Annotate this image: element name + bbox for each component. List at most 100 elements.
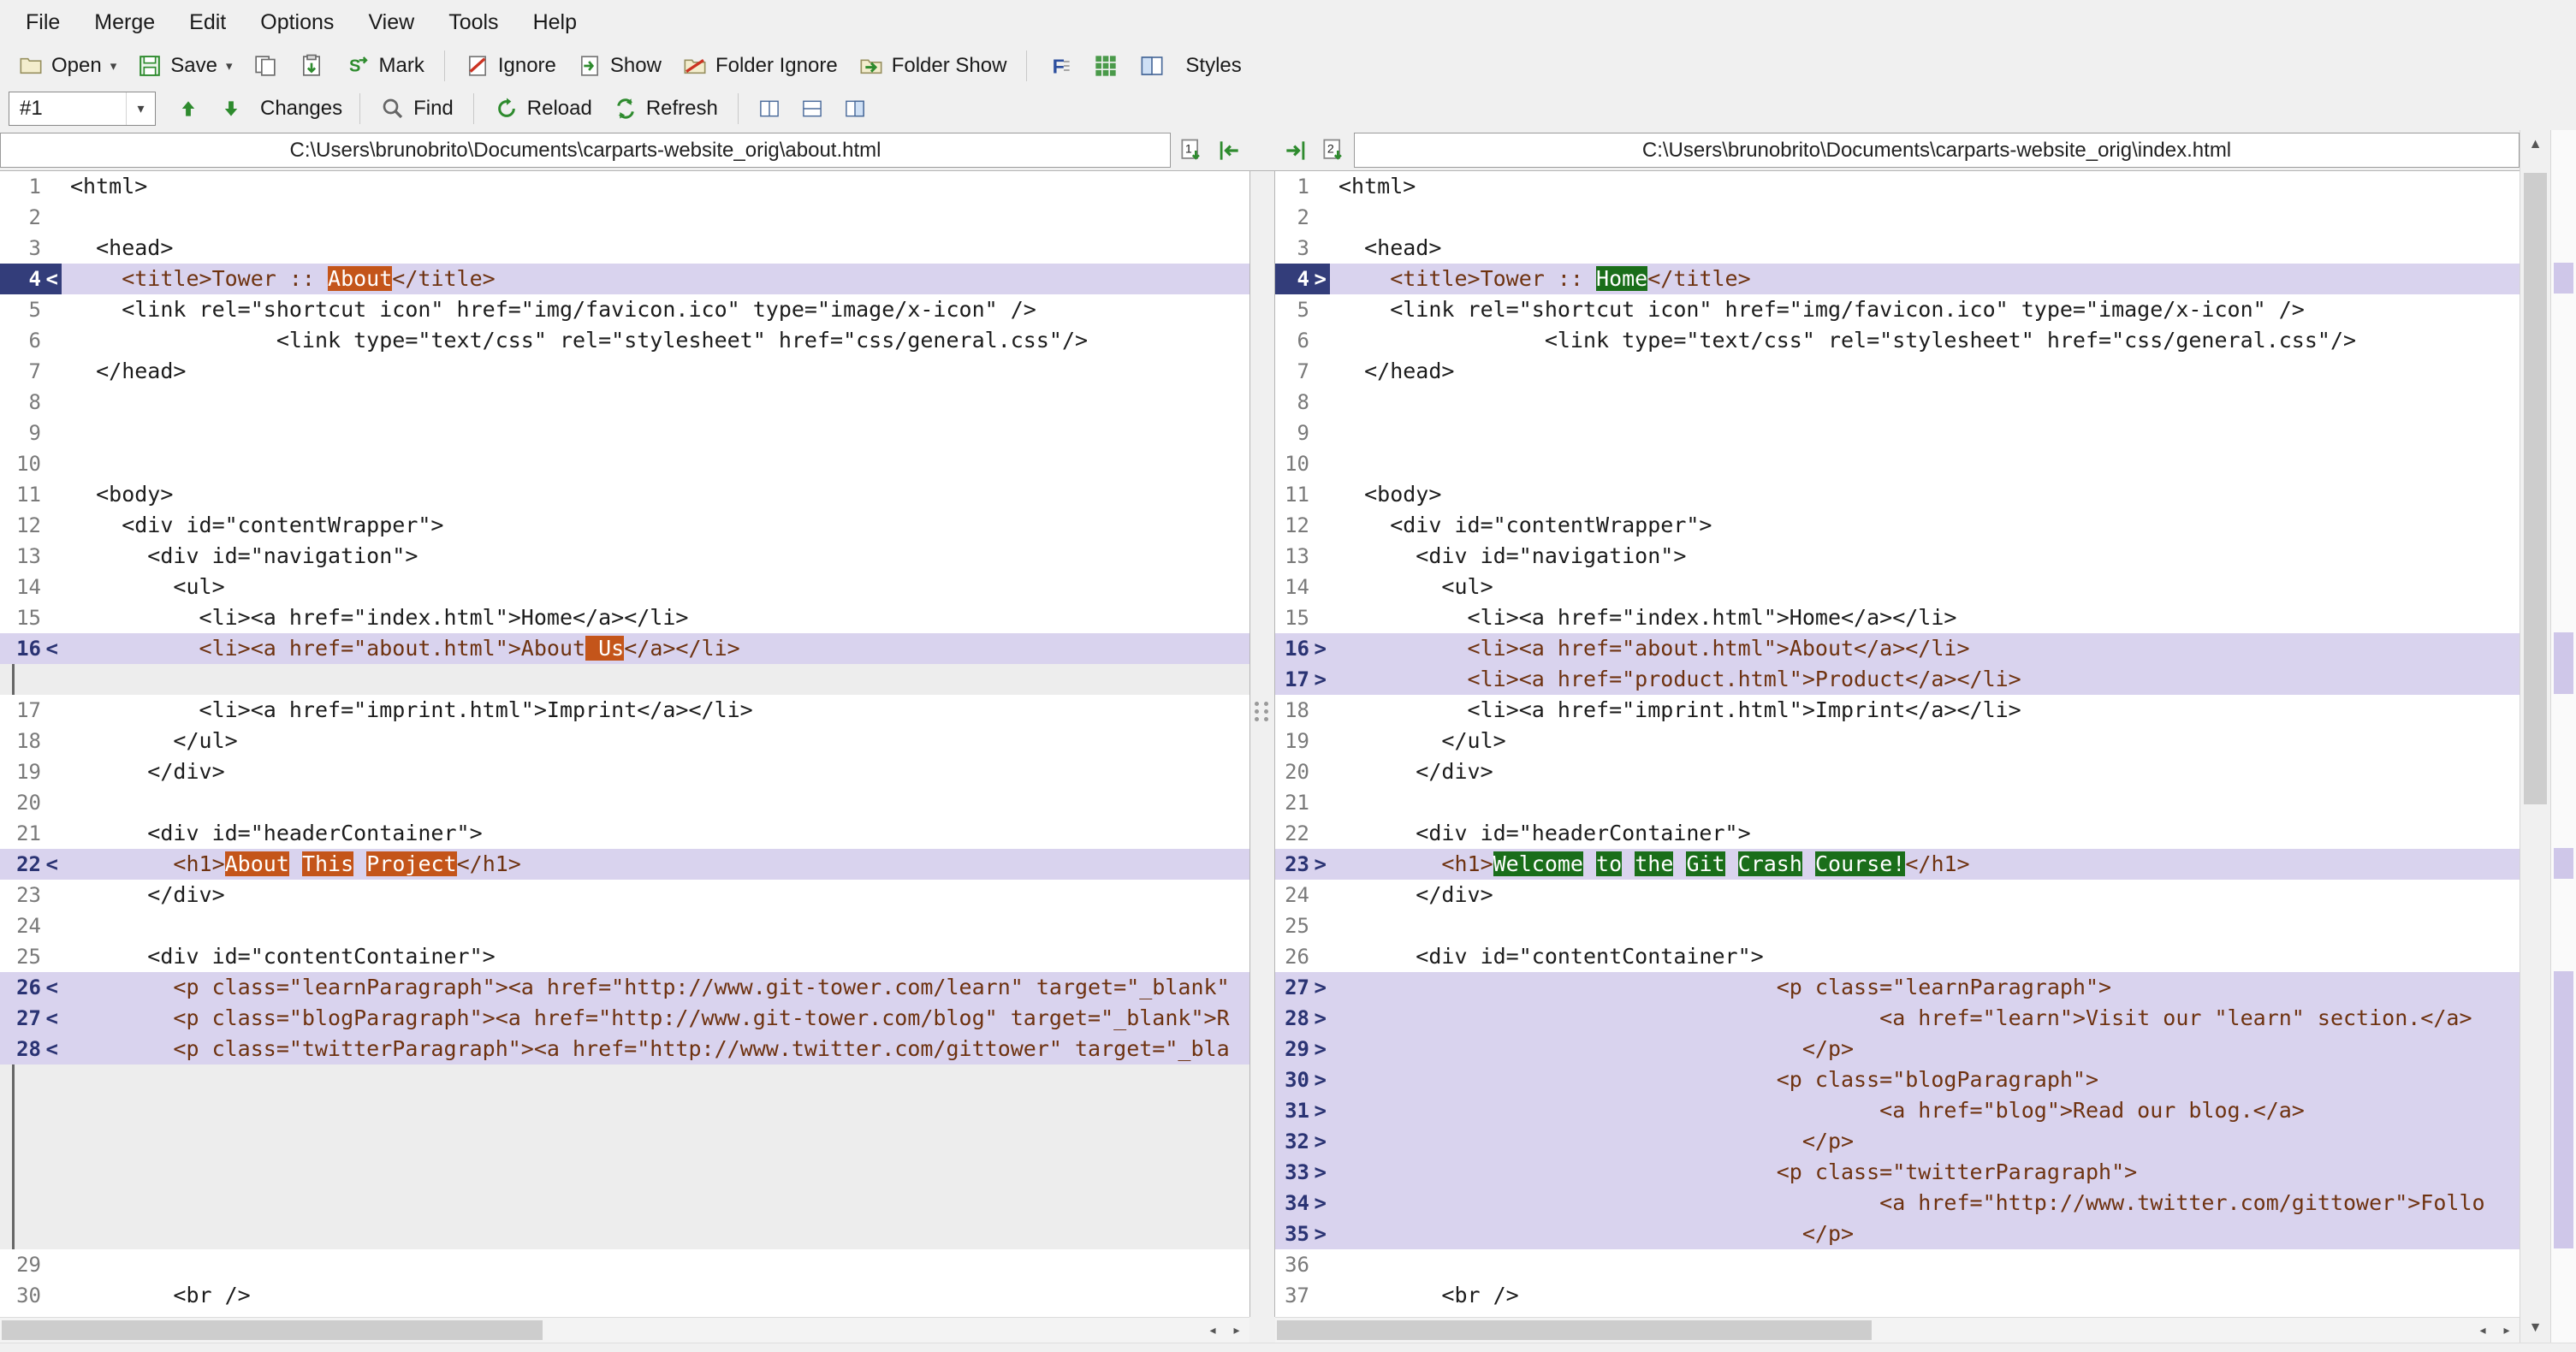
chevron-down-icon[interactable]: ▾ [126,92,155,125]
code-row[interactable]: 32 > </p> [1275,1126,2520,1157]
code-row[interactable]: 16 < <li><a href="about.html">About Us</a… [0,633,1249,664]
code-row[interactable]: 10 [0,448,1249,479]
menu-item-merge[interactable]: Merge [77,5,172,40]
code-row[interactable]: 21 <div id="headerContainer"> [0,818,1249,849]
code-row[interactable]: 2 [0,202,1249,233]
copy-button[interactable] [243,47,288,85]
panes-view-button[interactable] [1130,47,1174,85]
layout-horizontal-button[interactable] [792,90,833,127]
vscroll-track[interactable] [2520,159,2550,1313]
code-row[interactable]: 29 > </p> [1275,1034,2520,1064]
code-gap-row[interactable] [0,1219,1249,1249]
folder-show-button[interactable]: Folder Show [849,47,1017,85]
code-row[interactable]: 30 > <p class="blogParagraph"> [1275,1064,2520,1095]
vertical-scrollbar[interactable]: ▲ ▼ [2520,130,2550,1343]
code-row[interactable]: 1 <html> [0,171,1249,202]
code-gap-row[interactable] [0,1188,1249,1219]
code-row[interactable]: 13 <div id="navigation"> [1275,541,2520,572]
scroll-left-icon[interactable]: ◂ [1202,1320,1224,1340]
grid-view-button[interactable] [1083,47,1128,85]
find-button[interactable]: Find [371,90,463,127]
next-diff-button[interactable] [211,90,252,127]
code-row[interactable]: 13 <div id="navigation"> [0,541,1249,572]
code-row[interactable]: 3 <head> [0,233,1249,264]
folder-ignore-button[interactable]: Folder Ignore [673,47,847,85]
code-row[interactable]: 1 <html> [1275,171,2520,202]
code-row[interactable]: 12 <div id="contentWrapper"> [0,510,1249,541]
right-horizontal-scrollbar[interactable]: ◂ ▸ [1275,1317,2520,1343]
code-row[interactable]: 26 <div id="contentContainer"> [1275,941,2520,972]
code-row[interactable]: 6 <link type="text/css" rel="stylesheet"… [1275,325,2520,356]
code-row[interactable]: 17 <li><a href="imprint.html">Imprint</a… [0,695,1249,726]
code-gap-row[interactable] [0,1064,1249,1095]
show-button[interactable]: Show [567,47,671,85]
menu-item-file[interactable]: File [9,5,77,40]
code-row[interactable]: 12 <div id="contentWrapper"> [1275,510,2520,541]
mark-button[interactable]: S Mark [335,47,433,85]
code-row[interactable]: 11 <body> [1275,479,2520,510]
code-gap-row[interactable] [0,1126,1249,1157]
code-row[interactable]: 8 [0,387,1249,418]
code-row[interactable]: 33 > <p class="twitterParagraph"> [1275,1157,2520,1188]
paste-button[interactable] [289,47,334,85]
previous-diff-button[interactable] [168,90,209,127]
pane-splitter[interactable] [1249,171,1275,1317]
code-row[interactable]: 4 < <title>Tower :: About</title> [0,264,1249,294]
menu-item-tools[interactable]: Tools [431,5,515,40]
scroll-right-icon[interactable]: ▸ [1226,1320,1248,1340]
code-row[interactable]: 29 [0,1249,1249,1280]
menu-item-help[interactable]: Help [516,5,594,40]
code-row[interactable]: 36 [1275,1249,2520,1280]
code-row[interactable]: 5 <link rel="shortcut icon" href="img/fa… [0,294,1249,325]
code-row[interactable]: 38 <br /> [1275,1311,2520,1317]
menu-item-options[interactable]: Options [243,5,351,40]
left-horizontal-scrollbar[interactable]: ◂ ▸ [0,1317,1249,1343]
diff-map-block[interactable] [2554,632,2573,694]
scroll-left-icon[interactable]: ◂ [2472,1320,2494,1340]
scroll-down-icon[interactable]: ▼ [2520,1313,2550,1343]
diff-selector-combobox[interactable]: #1 ▾ [9,92,156,126]
diff-location-map[interactable] [2550,130,2576,1343]
code-row[interactable]: 35 > </p> [1275,1219,2520,1249]
code-row[interactable]: 18 </ul> [0,726,1249,756]
code-row[interactable]: 15 <li><a href="index.html">Home</a></li… [0,602,1249,633]
font-button[interactable]: F [1037,47,1082,85]
code-row[interactable]: 10 [1275,448,2520,479]
diff-map-block[interactable] [2554,263,2573,294]
code-row[interactable]: 6 <link type="text/css" rel="stylesheet"… [0,325,1249,356]
code-row[interactable]: 25 [1275,910,2520,941]
left-hscroll-thumb[interactable] [2,1320,543,1340]
scroll-up-icon[interactable]: ▲ [2520,130,2550,159]
code-row[interactable]: 27 < <p class="blogParagraph"><a href="ht… [0,1003,1249,1034]
code-row[interactable]: 22 <div id="headerContainer"> [1275,818,2520,849]
code-row[interactable]: 28 < <p class="twitterParagraph"><a href=… [0,1034,1249,1064]
code-row[interactable]: 31 > <a href="blog">Read our blog.</a> [1275,1095,2520,1126]
left-file-path-header[interactable]: C:\Users\brunobrito\Documents\carparts-w… [0,133,1171,168]
right-file-path-header[interactable]: C:\Users\brunobrito\Documents\carparts-w… [1354,133,2520,168]
diff-map-block[interactable] [2554,848,2573,879]
code-row[interactable]: 25 <div id="contentContainer"> [0,941,1249,972]
code-row[interactable]: 24 </div> [1275,880,2520,910]
code-gap-row[interactable] [0,664,1249,695]
ignore-button[interactable]: Ignore [455,47,566,85]
menu-item-view[interactable]: View [351,5,431,40]
code-row[interactable]: 31 <br /> [0,1311,1249,1317]
code-row[interactable]: 19 </div> [0,756,1249,787]
code-row[interactable]: 7 </head> [0,356,1249,387]
code-row[interactable]: 19 </ul> [1275,726,2520,756]
refresh-button[interactable]: Refresh [603,90,727,127]
code-row[interactable]: 20 </div> [1275,756,2520,787]
code-row[interactable]: 3 <head> [1275,233,2520,264]
code-row[interactable]: 9 [1275,418,2520,448]
code-row[interactable]: 22 < <h1>About This Project</h1> [0,849,1249,880]
reload-button[interactable]: Reload [484,90,602,127]
code-row[interactable]: 34 > <a href="http://www.twitter.com/gitt… [1275,1188,2520,1219]
styles-button[interactable]: Styles [1176,47,1250,85]
code-row[interactable]: 4 > <title>Tower :: Home</title> [1275,264,2520,294]
right-hscroll-thumb[interactable] [1277,1320,1872,1340]
scroll-right-icon[interactable]: ▸ [2496,1320,2518,1340]
vscroll-thumb[interactable] [2524,173,2547,804]
left-code-pane[interactable]: 1 <html> 2 3 <head> 4 < <title>Tower :: About… [0,171,1249,1317]
copy-pane2-button[interactable]: 2 [1316,133,1350,168]
code-row[interactable]: 7 </head> [1275,356,2520,387]
